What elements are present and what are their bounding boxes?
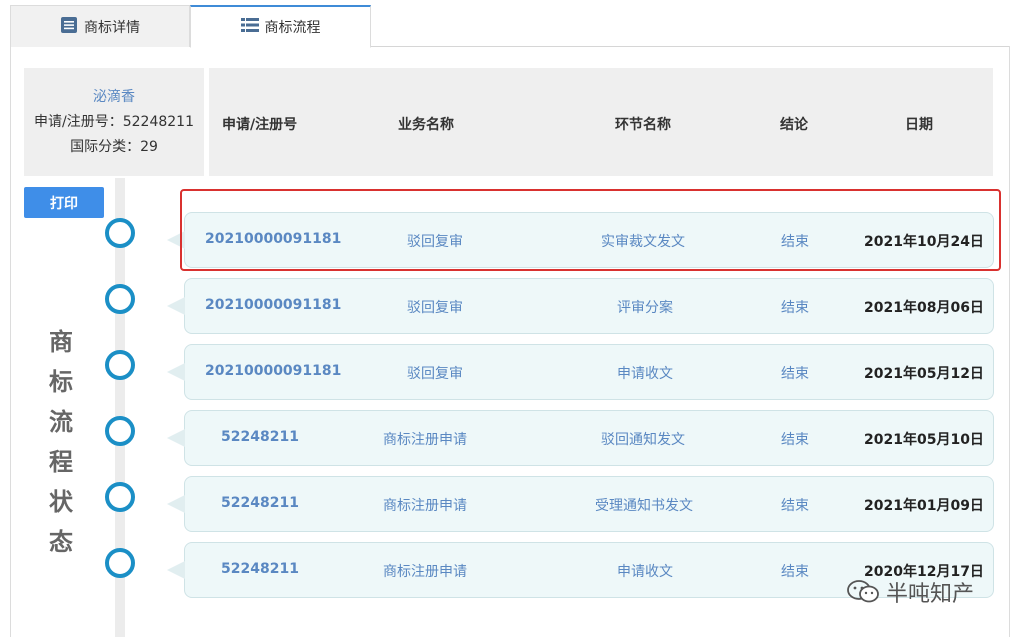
process-row: 52248211 商标注册申请 受理通知书发文 结束 2021年01月09日 (167, 476, 994, 532)
print-button[interactable]: 打印 (24, 187, 104, 218)
title-char: 标 (49, 368, 73, 396)
table-header: 申请/注册号 业务名称 环节名称 结论 日期 (209, 68, 993, 176)
title-char: 态 (49, 528, 73, 556)
row-business: 商标注册申请 (383, 498, 467, 514)
row-pointer (167, 561, 185, 579)
row-pointer (167, 297, 185, 315)
row-reg-no[interactable]: 20210000091181 (205, 297, 341, 313)
timeline-node (105, 482, 135, 512)
row-result: 结束 (781, 300, 809, 316)
timeline-node (105, 548, 135, 578)
timeline-node (105, 350, 135, 380)
row-date: 2021年05月10日 (864, 432, 984, 448)
row-stage: 驳回通知发文 (601, 432, 685, 448)
row-stage: 申请收文 (617, 366, 673, 382)
column-header-stage: 环节名称 (615, 117, 671, 133)
row-pointer (167, 495, 185, 513)
registration-number: 申请/注册号：52248211 (34, 114, 194, 130)
row-reg-no[interactable]: 52248211 (221, 495, 299, 511)
timeline-node (105, 284, 135, 314)
international-class: 国际分类：29 (70, 139, 158, 155)
tab-trademark-details[interactable]: 商标详情 (10, 5, 190, 47)
row-result: 结束 (781, 498, 809, 514)
timeline-node (105, 416, 135, 446)
process-row: 20210000091181 驳回复审 申请收文 结束 2021年05月12日 (167, 344, 994, 400)
row-pointer (167, 429, 185, 447)
row-reg-no[interactable]: 52248211 (221, 429, 299, 445)
list-icon (240, 17, 259, 37)
tab-trademark-process[interactable]: 商标流程 (190, 5, 371, 48)
row-date: 2021年01月09日 (864, 498, 984, 514)
row-pointer (167, 363, 185, 381)
document-list-icon (60, 16, 78, 38)
watermark: 半吨知产 (846, 576, 974, 608)
row-business: 驳回复审 (407, 300, 463, 316)
highlight-annotation (180, 189, 1001, 271)
process-row: 20210000091181 驳回复审 评审分案 结束 2021年08月06日 (167, 278, 994, 334)
row-reg-no[interactable]: 52248211 (221, 561, 299, 577)
column-header-date: 日期 (905, 117, 933, 133)
process-status-title: 商 标 流 程 状 态 (44, 322, 78, 562)
row-stage: 评审分案 (617, 300, 673, 316)
watermark-text: 半吨知产 (886, 582, 975, 607)
trademark-info: 泌滴香 申请/注册号：52248211 国际分类：29 (24, 68, 204, 176)
row-business: 驳回复审 (407, 366, 463, 382)
row-reg-no[interactable]: 20210000091181 (205, 363, 341, 379)
timeline-node (105, 218, 135, 248)
title-char: 流 (49, 408, 73, 436)
row-business: 商标注册申请 (383, 564, 467, 580)
title-char: 商 (49, 328, 73, 356)
wechat-icon (846, 579, 882, 605)
row-result: 结束 (781, 432, 809, 448)
row-result: 结束 (781, 564, 809, 580)
tab-label: 商标详情 (84, 19, 140, 36)
title-char: 状 (49, 488, 73, 516)
row-stage: 申请收文 (617, 564, 673, 580)
row-stage: 受理通知书发文 (595, 498, 693, 514)
title-char: 程 (49, 448, 73, 476)
column-header-business: 业务名称 (398, 117, 454, 133)
row-date: 2021年05月12日 (864, 366, 984, 382)
column-header-result: 结论 (780, 117, 808, 133)
tab-label: 商标流程 (264, 20, 321, 36)
trademark-name: 泌滴香 (93, 89, 135, 105)
process-row: 52248211 商标注册申请 驳回通知发文 结束 2021年05月10日 (167, 410, 994, 466)
row-result: 结束 (781, 366, 809, 382)
tab-bar: 商标详情 商标流程 (10, 5, 1010, 48)
row-business: 商标注册申请 (383, 432, 467, 448)
column-header-reg-no: 申请/注册号 (222, 117, 298, 133)
row-date: 2021年08月06日 (864, 300, 984, 316)
